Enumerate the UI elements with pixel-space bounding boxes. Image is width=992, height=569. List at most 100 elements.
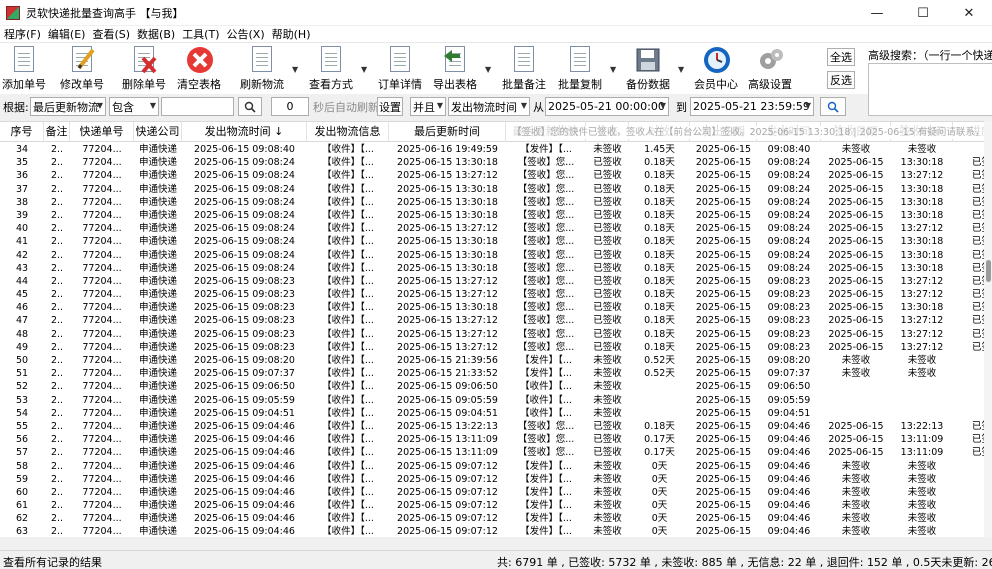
table-cell: 77204... — [82, 368, 122, 380]
table-cell: 2.. — [50, 236, 64, 248]
table-cell: 42 — [15, 249, 29, 261]
table-row[interactable]: 57 2.. 77204... 申通快递 2025-06-15 09:04:46 【收件】… — [0, 446, 992, 459]
table-row[interactable]: 46 2.. 77204... 申通快递 2025-06-15 09:08:23 【收件】… — [0, 301, 992, 314]
invert-selection-button[interactable]: 反选 — [827, 71, 855, 89]
menu-edit[interactable]: 编辑(E) — [44, 26, 89, 42]
table-row[interactable]: 52 2.. 77204... 申通快递 2025-06-15 09:06:50 【收件】… — [0, 380, 992, 393]
table-row[interactable]: 45 2.. 77204... 申通快递 2025-06-15 09:08:23 【收件】… — [0, 288, 992, 301]
table-row[interactable]: 58 2.. 77204... 申通快递 2025-06-15 09:04:46 【收件】… — [0, 460, 992, 473]
table-cell: 申通快递 — [138, 236, 177, 248]
table-row[interactable]: 48 2.. 77204... 申通快递 2025-06-15 09:08:23 【收件】… — [0, 328, 992, 341]
table-cell: 【签收】您... — [517, 196, 575, 208]
member-center-button[interactable]: 会员中心 — [694, 45, 738, 93]
column-header[interactable]: 备注 — [44, 122, 70, 142]
batch-note-button[interactable]: 批量备注 — [502, 45, 546, 93]
table-cell: 2025-06-15 13:27:12 — [397, 275, 498, 287]
table-row[interactable]: 54 2.. 77204... 申通快递 2025-06-15 09:04:51 【收件】… — [0, 407, 992, 420]
field-select[interactable]: 最后更新物流 ▼ — [30, 97, 106, 116]
table-row[interactable]: 59 2.. 77204... 申通快递 2025-06-15 09:04:46 【收件】… — [0, 473, 992, 486]
logic-select[interactable]: 并且 ▼ — [410, 97, 446, 116]
table-cell: 2025-06-15 — [695, 328, 752, 340]
batch-copy-button[interactable]: 批量复制 — [558, 45, 602, 93]
table-row[interactable]: 56 2.. 77204... 申通快递 2025-06-15 09:04:46 【收件】… — [0, 433, 992, 446]
refresh-dropdown-arrow-icon[interactable]: ▼ — [292, 65, 298, 74]
refresh-logistics-button[interactable]: 刷新物流 — [240, 45, 284, 93]
add-order-button[interactable]: 添加单号 — [2, 45, 46, 93]
table-cell: 2025-06-15 09:04:51 — [397, 407, 498, 419]
table-row[interactable]: 34 2.. 77204... 申通快递 2025-06-15 09:08:40 【收件】… — [0, 143, 992, 156]
scrollbar-thumb[interactable] — [986, 260, 991, 282]
table-cell: 2025-06-15 21:33:52 — [397, 368, 498, 380]
copy-dropdown-arrow-icon[interactable]: ▼ — [610, 65, 616, 74]
table-cell: 申通快递 — [138, 209, 177, 221]
menu-data[interactable]: 数据(B) — [133, 26, 178, 42]
export-table-button[interactable]: 导出表格 — [433, 45, 477, 93]
table-row[interactable]: 53 2.. 77204... 申通快递 2025-06-15 09:05:59 【收件】… — [0, 394, 992, 407]
column-header[interactable]: 序号 — [0, 122, 44, 142]
column-header[interactable]: 快递单号 — [70, 122, 134, 142]
table-row[interactable]: 36 2.. 77204... 申通快递 2025-06-15 09:08:24 【收件】… — [0, 169, 992, 182]
table-row[interactable]: 42 2.. 77204... 申通快递 2025-06-15 09:08:24 【收件】… — [0, 249, 992, 262]
tracking-table[interactable]: 序号备注快递单号快递公司发出物流时间 ↓发出物流信息最后更新时间最后更新物流状态… — [0, 121, 992, 537]
menu-help[interactable]: 帮助(H) — [268, 26, 314, 42]
table-row[interactable]: 35 2.. 77204... 申通快递 2025-06-15 09:08:24 【收件】… — [0, 156, 992, 169]
table-row[interactable]: 60 2.. 77204... 申通快递 2025-06-15 09:04:46 【收件】… — [0, 486, 992, 499]
delete-order-button[interactable]: 删除单号 — [122, 45, 166, 93]
view-mode-dropdown-arrow-icon[interactable]: ▼ — [361, 65, 367, 74]
advanced-settings-button[interactable]: 高级设置 — [748, 45, 792, 93]
seconds-input[interactable]: 0 — [271, 97, 309, 116]
table-row[interactable]: 40 2.. 77204... 申通快递 2025-06-15 09:08:24 【收件】… — [0, 222, 992, 235]
date-search-button[interactable] — [820, 97, 846, 116]
table-cell: 54 — [15, 407, 29, 419]
table-row[interactable]: 44 2.. 77204... 申通快递 2025-06-15 09:08:23 【收件】… — [0, 275, 992, 288]
table-row[interactable]: 62 2.. 77204... 申通快递 2025-06-15 09:04:46 【收件】… — [0, 512, 992, 525]
keyword-input[interactable] — [161, 97, 234, 116]
menu-view[interactable]: 查看(S) — [88, 26, 133, 42]
table-cell: 2.. — [50, 407, 64, 419]
backup-dropdown-arrow-icon[interactable]: ▼ — [678, 65, 684, 74]
from-date-picker[interactable]: 2025-05-21 00:00:00 ▼ — [545, 97, 669, 116]
table-row[interactable]: 37 2.. 77204... 申通快递 2025-06-15 09:08:24 【收件】… — [0, 183, 992, 196]
match-select[interactable]: 包含 ▼ — [109, 97, 159, 116]
order-detail-button[interactable]: 订单详情 — [378, 45, 422, 93]
table-row[interactable]: 38 2.. 77204... 申通快递 2025-06-15 09:08:24 【收件】… — [0, 196, 992, 209]
table-cell: 2025-06-15 09:08:23 — [194, 315, 295, 327]
table-cell: 【收件】【... — [520, 407, 572, 419]
column-header[interactable]: 发出物流信息 — [307, 122, 389, 142]
column-header[interactable]: 最后更新时间 — [389, 122, 506, 142]
edit-order-button[interactable]: 修改单号 — [60, 45, 104, 93]
table-row[interactable]: 39 2.. 77204... 申通快递 2025-06-15 09:08:24 【收件】… — [0, 209, 992, 222]
select-all-button[interactable]: 全选 — [827, 48, 855, 66]
table-row[interactable]: 47 2.. 77204... 申通快递 2025-06-15 09:08:23 【收件】… — [0, 314, 992, 327]
table-row[interactable]: 61 2.. 77204... 申通快递 2025-06-15 09:04:46 【收件】… — [0, 499, 992, 512]
search-button[interactable] — [238, 97, 262, 116]
view-mode-button[interactable]: 查看方式 — [309, 45, 353, 93]
table-cell: 2025-06-15 — [695, 447, 752, 459]
table-row[interactable]: 55 2.. 77204... 申通快递 2025-06-15 09:04:46 【收件】… — [0, 420, 992, 433]
column-header[interactable]: 发出物流时间 ↓ — [182, 122, 307, 142]
advanced-search-textarea[interactable] — [868, 63, 992, 116]
table-row[interactable]: 50 2.. 77204... 申通快递 2025-06-15 09:08:20 【收件】… — [0, 354, 992, 367]
table-cell: 2.. — [50, 315, 64, 327]
table-row[interactable]: 51 2.. 77204... 申通快递 2025-06-15 09:07:37 【收件】… — [0, 367, 992, 380]
menu-notice[interactable]: 公告(X) — [223, 26, 268, 42]
menu-program[interactable]: 程序(F) — [0, 26, 44, 42]
maximize-button[interactable]: ☐ — [900, 0, 946, 26]
column-header[interactable]: 快递公司 — [134, 122, 182, 142]
menu-tools[interactable]: 工具(T) — [178, 26, 222, 42]
to-date-picker[interactable]: 2025-05-21 23:59:59 ▼ — [690, 97, 814, 116]
table-cell: 2.. — [50, 500, 64, 512]
table-row[interactable]: 49 2.. 77204... 申通快递 2025-06-15 09:08:23 【收件】… — [0, 341, 992, 354]
export-dropdown-arrow-icon[interactable]: ▼ — [485, 65, 491, 74]
vertical-scrollbar[interactable] — [984, 121, 992, 537]
table-row[interactable]: 41 2.. 77204... 申通快递 2025-06-15 09:08:24 【收件】… — [0, 235, 992, 248]
clear-table-button[interactable]: 清空表格 — [177, 45, 221, 93]
settings-button[interactable]: 设置 — [377, 97, 403, 116]
table-cell: 已签收 — [593, 275, 622, 287]
table-row[interactable]: 63 2.. 77204... 申通快递 2025-06-15 09:04:46 【收件】… — [0, 525, 992, 537]
backup-data-button[interactable]: 备份数据 — [626, 45, 670, 93]
close-button[interactable]: ✕ — [946, 0, 992, 26]
minimize-button[interactable]: — — [854, 0, 900, 26]
table-row[interactable]: 43 2.. 77204... 申通快递 2025-06-15 09:08:24 【收件】… — [0, 262, 992, 275]
date-field-select[interactable]: 发出物流时间 ▼ — [448, 97, 530, 116]
